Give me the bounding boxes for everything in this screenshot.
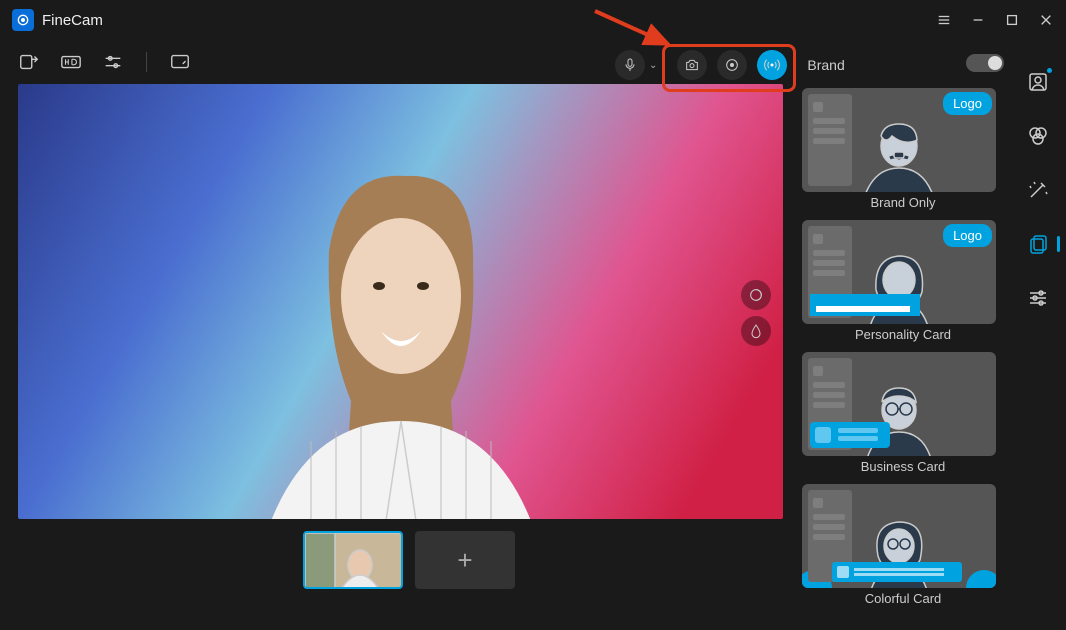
minimize-button[interactable]: [970, 12, 986, 28]
app-title: FineCam: [42, 12, 103, 29]
record-button[interactable]: [717, 50, 747, 80]
brand-card-label: Colorful Card: [802, 588, 1004, 612]
brand-card-brand-only[interactable]: Logo Brand Only: [802, 88, 1004, 216]
brand-card-colorful[interactable]: Colorful Card: [802, 484, 1004, 612]
whiteboard-icon[interactable]: [169, 51, 191, 73]
video-preview: [18, 84, 783, 519]
close-button[interactable]: [1038, 12, 1054, 28]
portrait-tab-icon[interactable]: [1026, 70, 1050, 94]
magic-wand-tab-icon[interactable]: [1026, 178, 1050, 202]
right-tool-rail: [1018, 70, 1058, 310]
brand-card-personality[interactable]: Logo Personality Card: [802, 220, 1004, 348]
maximize-button[interactable]: [1004, 12, 1020, 28]
scene-thumb-1[interactable]: [303, 531, 403, 589]
settings-sliders-icon[interactable]: [102, 51, 124, 73]
effects-tab-icon[interactable]: [1026, 124, 1050, 148]
hamburger-menu-icon[interactable]: [936, 12, 952, 28]
export-icon[interactable]: [18, 51, 40, 73]
brand-card-business[interactable]: Business Card: [802, 352, 1004, 480]
plus-icon: +: [457, 545, 472, 576]
microphone-button[interactable]: [615, 50, 645, 80]
titlebar: FineCam: [0, 0, 1066, 40]
app-logo-icon: [12, 9, 34, 31]
brand-card-label: Brand Only: [802, 192, 1004, 216]
brand-toggle[interactable]: [966, 54, 1004, 72]
brand-card-label: Business Card: [802, 456, 1004, 480]
blur-droplet-button[interactable]: [741, 316, 771, 346]
brand-templates-tab-icon[interactable]: [1026, 232, 1050, 256]
add-scene-button[interactable]: +: [415, 531, 515, 589]
snapshot-button[interactable]: [677, 50, 707, 80]
color-adjust-button[interactable]: [741, 280, 771, 310]
hd-quality-icon[interactable]: [60, 51, 82, 73]
mic-dropdown-chevron-icon[interactable]: ⌄: [649, 60, 657, 71]
scene-thumbs: +: [18, 531, 800, 589]
person-placeholder: [211, 121, 591, 519]
brand-panel-label: Brand: [807, 57, 844, 73]
brand-card-label: Personality Card: [802, 324, 1004, 348]
brand-templates-panel: Logo Brand Only Logo Personality Card Bu…: [800, 84, 1010, 630]
more-settings-tab-icon[interactable]: [1026, 286, 1050, 310]
logo-badge: Logo: [943, 92, 992, 115]
toolbar: ⌄ Brand: [0, 40, 1066, 84]
stream-live-button[interactable]: [757, 50, 787, 80]
logo-badge: Logo: [943, 224, 992, 247]
toolbar-divider: [146, 52, 147, 72]
